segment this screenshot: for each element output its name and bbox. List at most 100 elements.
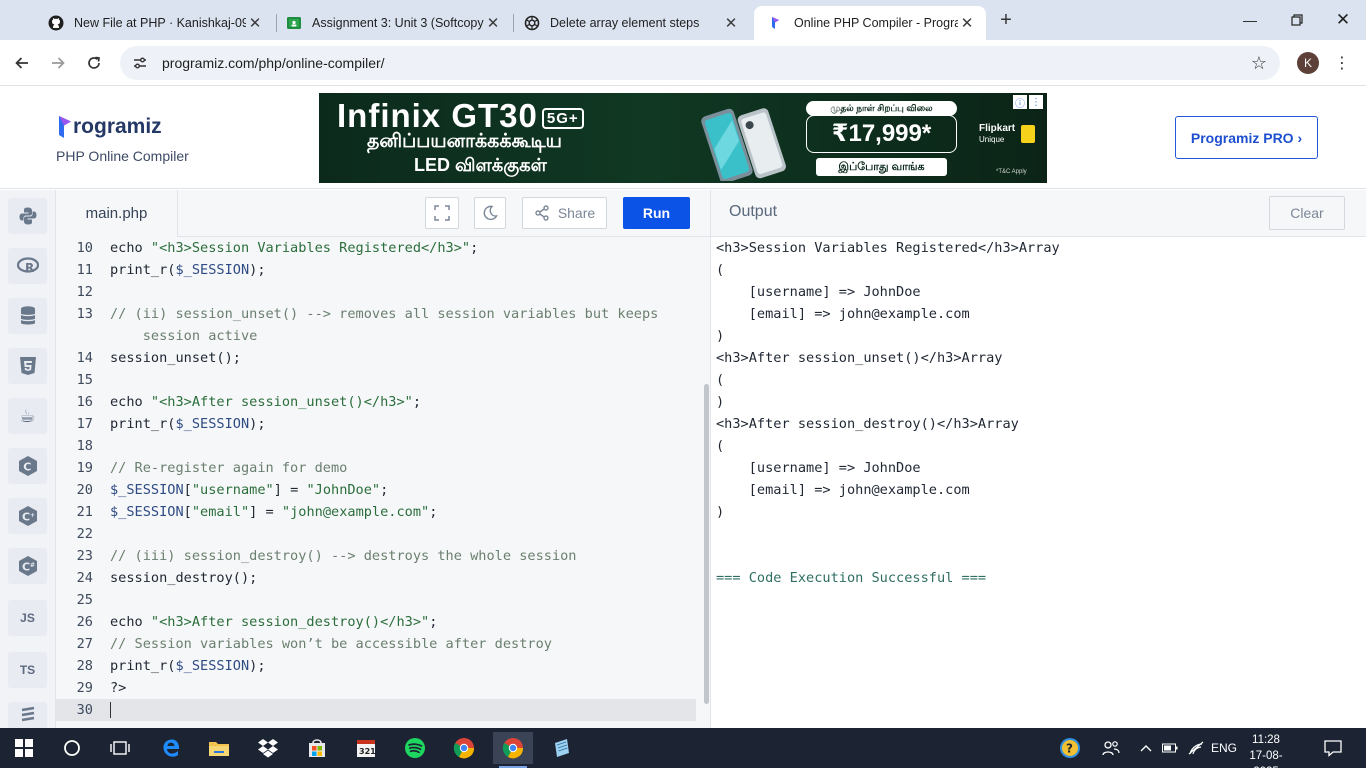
- html5-icon[interactable]: [8, 348, 47, 384]
- code-line[interactable]: 14 session_unset();: [56, 347, 696, 369]
- tab-chatgpt[interactable]: Delete array element steps ✕: [510, 6, 750, 40]
- store-icon[interactable]: [297, 732, 337, 764]
- run-button[interactable]: Run: [623, 197, 690, 229]
- code-line[interactable]: 24 session_destroy();: [56, 567, 696, 589]
- profile-avatar[interactable]: K: [1297, 52, 1319, 74]
- url-field[interactable]: programiz.com/php/online-compiler/: [120, 46, 1280, 80]
- typescript-icon[interactable]: TS: [8, 652, 47, 688]
- code-line[interactable]: 22: [56, 523, 696, 545]
- java-icon[interactable]: ☕: [8, 398, 47, 434]
- reload-icon[interactable]: [82, 51, 106, 75]
- windows-taskbar: 321 ? ENG 11:28 17-08-2025: [0, 728, 1366, 778]
- close-tab-icon[interactable]: ✕: [958, 14, 976, 32]
- wifi-icon[interactable]: [1185, 728, 1207, 768]
- minimize-window-icon[interactable]: —: [1238, 8, 1262, 32]
- programiz-logo[interactable]: rogramiz: [58, 114, 162, 140]
- chevron-up-icon[interactable]: [1136, 728, 1156, 768]
- output-line: ): [716, 394, 725, 410]
- flipkart-bag-icon: [1021, 125, 1035, 143]
- people-icon[interactable]: [1099, 728, 1123, 768]
- code-line[interactable]: 27 // Session variables won’t be accessib…: [56, 633, 696, 655]
- notepad-icon[interactable]: [542, 732, 582, 764]
- calendar-app-icon[interactable]: 321: [346, 732, 386, 764]
- battery-icon[interactable]: [1160, 728, 1180, 768]
- help-icon[interactable]: ?: [1057, 728, 1083, 768]
- share-button[interactable]: Share: [522, 197, 607, 229]
- output-line: <h3>After session_unset()</h3>Array: [716, 350, 1003, 366]
- browser-menu-icon[interactable]: ⋮: [1334, 51, 1350, 75]
- dark-mode-moon-icon[interactable]: [474, 197, 506, 229]
- clear-button[interactable]: Clear: [1269, 196, 1345, 230]
- code-token: echo: [110, 614, 151, 630]
- code-line[interactable]: 28 print_r($_SESSION);: [56, 655, 696, 677]
- dropbox-icon[interactable]: [248, 732, 288, 764]
- taskbar-clock[interactable]: 11:28 17-08-2025: [1238, 732, 1294, 780]
- code-line[interactable]: 10 echo "<h3>Session Variables Registered…: [56, 237, 696, 259]
- javascript-icon[interactable]: JS: [8, 600, 47, 636]
- c-lang-icon[interactable]: C: [8, 448, 47, 484]
- line-number: 22: [76, 526, 93, 542]
- code-line[interactable]: 29 ?>: [56, 677, 696, 699]
- editor-scrollbar-thumb[interactable]: [704, 384, 709, 704]
- spotify-icon[interactable]: [395, 732, 435, 764]
- csharp-icon[interactable]: C #: [8, 548, 47, 584]
- code-text: // (iii) session_destroy() --> destroys …: [110, 545, 577, 567]
- code-line[interactable]: 21 $_SESSION["email"] = "john@example.com…: [56, 501, 696, 523]
- search-icon[interactable]: [52, 732, 92, 764]
- edge-icon[interactable]: [151, 732, 191, 764]
- tab-programiz[interactable]: Online PHP Compiler - Program ✕: [754, 6, 986, 40]
- ad-menu-icon[interactable]: ⋮: [1029, 95, 1043, 109]
- file-explorer-icon[interactable]: [199, 732, 239, 764]
- bookmark-star-icon[interactable]: ☆: [1247, 51, 1271, 75]
- ad-tagline-2: LED விளக்குகள்: [414, 155, 547, 175]
- code-line[interactable]: 11 print_r($_SESSION);: [56, 259, 696, 281]
- output-console[interactable]: <h3>Session Variables Registered</h3>Arr…: [710, 237, 1366, 728]
- more-languages-icon[interactable]: [8, 702, 47, 728]
- notifications-icon[interactable]: [1320, 728, 1346, 768]
- new-tab-button[interactable]: +: [994, 8, 1018, 32]
- start-button[interactable]: [4, 732, 44, 764]
- code-line[interactable]: 16 echo "<h3>After session_unset()</h3>";: [56, 391, 696, 413]
- ad-choices[interactable]: ⓘ ⋮: [1013, 95, 1043, 110]
- advertisement-banner[interactable]: Infinix GT30 5G+ தனிப்பயனாக்கக்கூடிய LED …: [319, 93, 1047, 183]
- forward-arrow-icon[interactable]: [46, 51, 70, 75]
- python-icon[interactable]: [8, 198, 47, 234]
- code-line[interactable]: 25: [56, 589, 696, 611]
- close-tab-icon[interactable]: ✕: [484, 14, 502, 32]
- ad-buy-now-button[interactable]: இப்போது வாங்க: [816, 158, 947, 176]
- site-settings-icon[interactable]: [132, 55, 148, 71]
- code-line[interactable]: 15: [56, 369, 696, 391]
- close-tab-icon[interactable]: ✕: [722, 14, 740, 32]
- file-tab-main-php[interactable]: main.php: [56, 190, 178, 237]
- tab-github[interactable]: New File at PHP · Kanishkaj-09/I ✕: [34, 6, 274, 40]
- code-line[interactable]: 30: [56, 699, 696, 721]
- chrome-active-icon[interactable]: [493, 732, 533, 768]
- close-tab-icon[interactable]: ✕: [246, 14, 264, 32]
- code-line[interactable]: 20 $_SESSION["username"] = "JohnDoe";: [56, 479, 696, 501]
- code-line[interactable]: 12: [56, 281, 696, 303]
- code-line[interactable]: 19 // Re-register again for demo: [56, 457, 696, 479]
- code-line[interactable]: 18: [56, 435, 696, 457]
- code-line[interactable]: 26 echo "<h3>After session_destroy()</h3>…: [56, 611, 696, 633]
- code-line[interactable]: 23 // (iii) session_destroy() --> destroy…: [56, 545, 696, 567]
- r-lang-icon[interactable]: R: [8, 248, 47, 284]
- restore-window-icon[interactable]: [1285, 8, 1309, 32]
- ad-info-icon[interactable]: ⓘ: [1013, 95, 1027, 110]
- fullscreen-icon[interactable]: [425, 197, 459, 229]
- chrome-icon[interactable]: [444, 732, 484, 764]
- language-indicator[interactable]: ENG: [1208, 728, 1240, 768]
- output-line: ): [716, 504, 725, 520]
- database-icon[interactable]: [8, 298, 47, 334]
- editor-scrollbar[interactable]: [703, 237, 710, 728]
- close-window-icon[interactable]: ✕: [1331, 8, 1355, 32]
- code-token: [: [183, 504, 192, 520]
- code-line[interactable]: 17 print_r($_SESSION);: [56, 413, 696, 435]
- cpp-icon[interactable]: C +: [8, 498, 47, 534]
- code-line[interactable]: session active: [56, 325, 696, 347]
- code-line[interactable]: 13 // (ii) session_unset() --> removes al…: [56, 303, 696, 325]
- code-editor[interactable]: 10 echo "<h3>Session Variables Registered…: [56, 237, 710, 728]
- tab-classroom[interactable]: Assignment 3: Unit 3 (Softcopy ✕: [272, 6, 512, 40]
- task-view-icon[interactable]: [100, 732, 140, 764]
- programiz-pro-button[interactable]: Programiz PRO ›: [1175, 116, 1318, 159]
- back-arrow-icon[interactable]: [10, 51, 34, 75]
